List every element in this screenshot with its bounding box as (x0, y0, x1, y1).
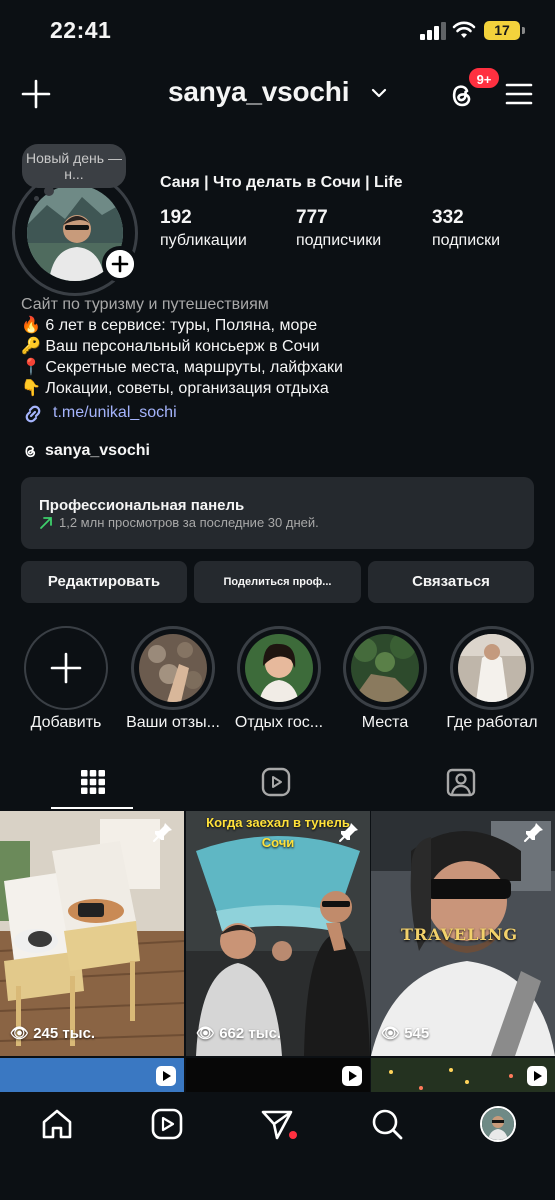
post-tile[interactable]: Когда заехал в тунель Сочи 👁 662 тыс. (186, 811, 370, 1056)
eye-icon: 👁 (196, 1025, 216, 1042)
view-count-value: 662 тыс. (219, 1025, 282, 1042)
highlight-work[interactable]: Где работал (446, 626, 538, 731)
bio: Сайт по туризму и путешествиям 🔥 6 лет в… (21, 294, 541, 399)
view-count: 👁 245 тыс. (10, 1024, 95, 1042)
pin-icon (153, 823, 172, 842)
highlight-ring (24, 626, 108, 710)
post-thumbnail (0, 811, 184, 1056)
highlight-label: Добавить (30, 714, 102, 731)
posts-grid: 👁 245 тыс. Когда заехал в тунель Сочи 👁 … (0, 811, 555, 1101)
eye-icon: 👁 (381, 1025, 401, 1042)
highlight-ring (131, 626, 215, 710)
highlight-cover (351, 634, 419, 702)
signal-icon (420, 22, 446, 40)
highlight-cover (139, 634, 207, 702)
share-profile-button[interactable]: Поделиться проф... (194, 561, 361, 603)
highlight-cover (458, 634, 526, 702)
stat-following-label: подписки (432, 232, 501, 249)
profile-tabs (0, 758, 555, 810)
pro-panel-subtitle: 1,2 млн просмотров за последние 30 дней. (59, 515, 319, 530)
reel-icon (527, 1066, 547, 1086)
stat-posts-count: 192 (160, 207, 192, 228)
bottom-nav (0, 1092, 555, 1200)
reel-icon (342, 1066, 362, 1086)
add-story-plus-icon[interactable] (102, 246, 138, 282)
highlight-places[interactable]: Места (343, 626, 427, 731)
create-plus-icon[interactable] (20, 78, 52, 110)
stat-following[interactable]: 332 подписки (432, 207, 500, 250)
view-count: 👁 662 тыс. (196, 1024, 281, 1042)
battery-cap (522, 27, 525, 34)
avatar (482, 1108, 514, 1140)
highlight-guests[interactable]: Отдых гос... (235, 626, 323, 731)
highlight-ring (450, 626, 534, 710)
tagged-person-icon (446, 768, 476, 797)
wifi-icon (452, 21, 476, 38)
search-icon[interactable] (369, 1106, 405, 1142)
note-bubble-tail (34, 196, 39, 201)
reels-icon (261, 767, 291, 797)
eye-icon: 👁 (10, 1025, 30, 1042)
notification-badge: 9+ (467, 66, 501, 90)
trend-up-icon (40, 517, 52, 529)
status-time: 22:41 (50, 17, 112, 43)
tab-posts-grid[interactable] (0, 758, 185, 810)
highlight-label: Места (361, 714, 409, 731)
menu-icon[interactable] (504, 80, 534, 108)
stat-followers[interactable]: 777 подписчики (296, 207, 381, 250)
professional-dashboard[interactable]: Профессиональная панель 1,2 млн просмотр… (21, 477, 534, 549)
highlight-label: Где работал (446, 714, 538, 731)
highlight-cover (245, 634, 313, 702)
status-bar: 22:41 17 (0, 0, 555, 62)
bio-line: 🔥 6 лет в сервисе: туры, Поляна, море (21, 317, 318, 334)
threads-icon (25, 445, 36, 458)
bio-line: 🔑 Ваш персональный консьерж в Сочи (21, 338, 320, 355)
post-tile[interactable]: 👁 245 тыс. (0, 811, 184, 1056)
display-name: Саня | Что делать в Сочи | Life (160, 174, 403, 191)
bio-line: 📍 Секретные места, маршруты, лайфхаки (21, 359, 343, 376)
view-count-value: 245 тыс. (33, 1025, 96, 1042)
grid-icon (81, 770, 105, 794)
highlight-ring (237, 626, 321, 710)
stat-following-count: 332 (432, 207, 464, 228)
reels-nav-icon[interactable] (149, 1106, 185, 1142)
stat-posts[interactable]: 192 публикации (160, 207, 247, 250)
bio-category: Сайт по туризму и путешествиям (21, 296, 269, 313)
tab-tagged[interactable] (370, 758, 555, 810)
link-icon (25, 405, 41, 423)
edit-profile-button[interactable]: Редактировать (21, 561, 187, 603)
stat-posts-label: публикации (160, 232, 247, 249)
tab-active-indicator (51, 807, 133, 809)
pin-icon (524, 823, 543, 842)
view-count-value: 545 (404, 1025, 430, 1042)
highlight-reviews[interactable]: Ваши отзы... (126, 626, 220, 731)
note-bubble[interactable]: Новый день — н... (22, 144, 126, 196)
highlight-ring (343, 626, 427, 710)
profile-header: sanya_vsochi 9+ (0, 66, 555, 122)
bio-link-text[interactable]: t.me/unikal_sochi (53, 404, 177, 422)
battery-indicator: 17 (484, 21, 520, 40)
home-icon[interactable] (39, 1106, 75, 1142)
pin-icon (339, 823, 358, 842)
post-caption-overlay: TRAVELING (401, 925, 519, 944)
contact-button[interactable]: Связаться (368, 561, 534, 603)
chevron-down-icon[interactable] (371, 86, 387, 100)
highlight-add[interactable]: Добавить (24, 626, 108, 731)
bio-line: 👇 Локации, советы, организация отдыха (21, 380, 329, 397)
unread-dot (289, 1131, 297, 1139)
pro-panel-title: Профессиональная панель (39, 497, 245, 514)
plus-icon (50, 652, 82, 684)
tab-reels[interactable] (185, 758, 370, 810)
stat-followers-count: 777 (296, 207, 328, 228)
post-tile[interactable]: TRAVELING 👁 545 (371, 811, 555, 1056)
reel-icon (156, 1066, 176, 1086)
username-switcher[interactable]: sanya_vsochi (168, 76, 349, 108)
stat-followers-label: подписчики (296, 232, 382, 249)
threads-handle: sanya_vsochi (45, 442, 150, 459)
view-count: 👁 545 (381, 1024, 429, 1042)
profile-avatar-tab[interactable] (480, 1106, 516, 1142)
